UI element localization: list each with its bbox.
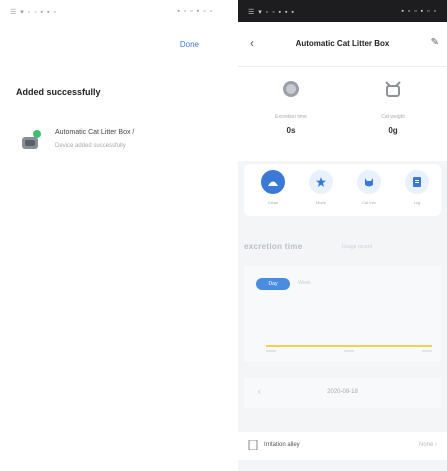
added-success-screen: ☰ ▾ ◦ ◦ ▪ ▪ ▫ ▪ ▫ ▫ ▪ ▫ ▫ Done Added suc… bbox=[0, 0, 223, 471]
section-subtitle: Usage record bbox=[342, 244, 373, 250]
cat-icon bbox=[357, 170, 381, 194]
nav-bar: ‹ Automatic Cat Litter Box ✎ bbox=[238, 22, 447, 66]
edit-icon[interactable]: ✎ bbox=[431, 37, 439, 48]
x-tick bbox=[344, 350, 354, 352]
device-status: Device added successfully bbox=[55, 143, 126, 149]
stats-card: Excretion time 0s Cat weight 0g bbox=[238, 66, 447, 161]
doc-icon bbox=[405, 170, 429, 194]
scale-icon bbox=[385, 81, 401, 97]
device-list-item[interactable]: Automatic Cat Litter Box / Device added … bbox=[20, 127, 210, 155]
device-title: Automatic Cat Litter Box bbox=[295, 39, 390, 48]
x-tick bbox=[422, 350, 432, 352]
page-title: Added successfully bbox=[16, 87, 101, 97]
setting-label: Irritation alley bbox=[264, 442, 300, 448]
cat-weight-stat: Cat weight 0g bbox=[348, 79, 438, 135]
chart-plot bbox=[266, 345, 432, 352]
action-mode[interactable]: Mode bbox=[304, 170, 338, 205]
stat-value: 0s bbox=[286, 126, 296, 135]
done-button[interactable]: Done bbox=[180, 40, 199, 49]
stat-value: 0g bbox=[388, 126, 398, 135]
date-label: 2020-08-18 bbox=[327, 389, 358, 395]
status-bar: ☰ ▾ ◦ ◦ ▪ ▪ ▪ ▪ ▫ ▫ ▪ ▫ ▫ bbox=[238, 0, 447, 22]
device-name: Automatic Cat Litter Box / bbox=[55, 129, 135, 136]
status-icons-left: ☰ ▾ ◦ ◦ ▪ ▪ ▪ bbox=[248, 9, 295, 16]
date-selector: ‹ 2020-08-18 bbox=[244, 378, 441, 408]
status-icons-right: ▪ ▫ ▫ ▪ ▫ ▫ bbox=[401, 8, 437, 15]
action-label: Log bbox=[413, 200, 421, 205]
excretion-chart: Day Week bbox=[244, 266, 441, 362]
action-cat-info[interactable]: Cat info bbox=[352, 170, 386, 205]
setting-row[interactable]: Irritation alley None › bbox=[238, 432, 447, 460]
section-title: excretion time bbox=[244, 242, 303, 251]
section-header: excretion time Usage record bbox=[242, 240, 447, 256]
action-label: Cat info bbox=[362, 200, 376, 205]
device-detail-screen: ☰ ▾ ◦ ◦ ▪ ▪ ▪ ▪ ▫ ▫ ▪ ▫ ▫ ‹ Automatic Ca… bbox=[238, 0, 447, 471]
x-tick bbox=[266, 350, 276, 352]
setting-value: None › bbox=[418, 442, 437, 448]
stat-label: Cat weight bbox=[381, 114, 405, 120]
stat-label: Excretion time bbox=[275, 114, 307, 120]
status-bar: ☰ ▾ ◦ ◦ ▪ ▪ ▫ ▪ ▫ ▫ ▪ ▫ ▫ bbox=[0, 0, 223, 22]
excretion-time-stat: Excretion time 0s bbox=[246, 79, 336, 135]
action-label: Clean bbox=[267, 200, 279, 205]
clock-icon bbox=[283, 81, 299, 97]
doc-icon bbox=[248, 440, 258, 450]
star-icon bbox=[309, 170, 333, 194]
status-icons-left: ☰ ▾ ◦ ◦ ▪ ▪ ▫ bbox=[10, 9, 57, 16]
action-label: Mode bbox=[315, 200, 326, 205]
action-log[interactable]: Log bbox=[400, 170, 434, 205]
action-clean[interactable]: Clean bbox=[256, 170, 290, 205]
action-bar: Clean Mode Cat info Log bbox=[244, 164, 441, 216]
litter-box-icon bbox=[22, 130, 41, 149]
clean-icon bbox=[261, 170, 285, 194]
status-icons-right: ▪ ▫ ▫ ▪ ▫ ▫ bbox=[177, 8, 213, 15]
